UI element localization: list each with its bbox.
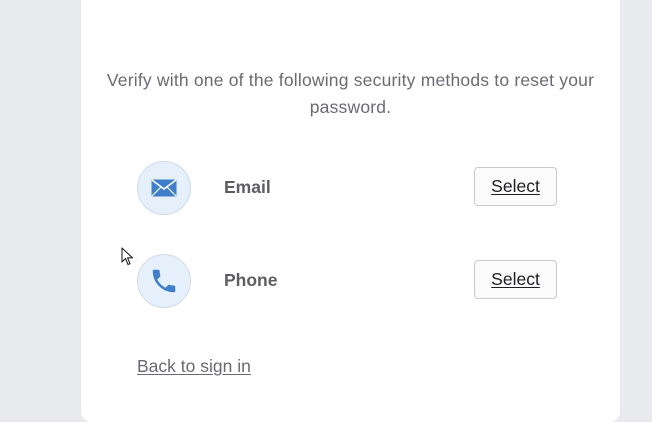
verification-card: Verify with one of the following securit… [81, 0, 620, 422]
envelope-icon [137, 161, 191, 215]
phone-icon [137, 254, 191, 308]
method-row-email: Email Select [137, 161, 559, 217]
method-label-email: Email [224, 177, 271, 197]
mouse-pointer-icon [121, 247, 135, 272]
method-label-phone: Phone [224, 270, 278, 290]
instruction-text: Verify with one of the following securit… [106, 70, 595, 117]
method-row-phone: Phone Select [137, 254, 559, 310]
back-to-sign-in-link[interactable]: Back to sign in [137, 356, 251, 377]
select-email-button[interactable]: Select [474, 167, 557, 206]
select-phone-button[interactable]: Select [474, 260, 557, 299]
